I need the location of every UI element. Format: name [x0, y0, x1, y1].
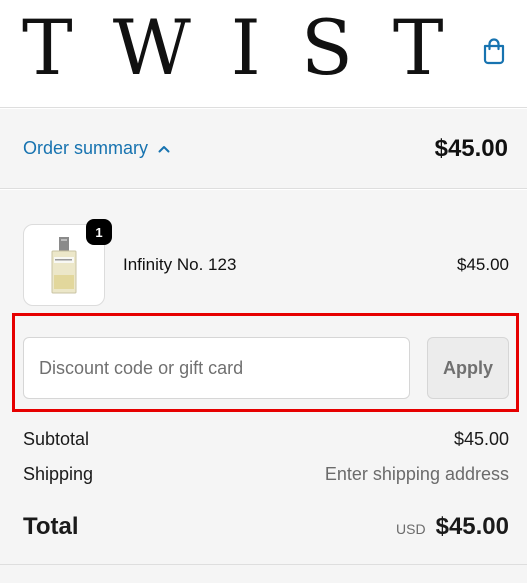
total-row: Total USD $45.00: [23, 513, 509, 541]
order-summary-label: Order summary: [23, 138, 149, 158]
shipping-label: Shipping: [23, 464, 94, 484]
perfume-bottle-icon: [51, 237, 77, 294]
currency-code: USD: [396, 521, 426, 537]
product-name: Infinity No. 123: [123, 255, 237, 274]
divider: [0, 564, 527, 565]
header: TWIST: [0, 0, 527, 108]
summary-total: $45.00: [434, 135, 508, 162]
total-label: Total: [23, 513, 79, 540]
discount-code-input[interactable]: [23, 337, 410, 399]
line-item: 1 Infinity No. 123 $45.00: [23, 219, 509, 306]
cart-button[interactable]: [478, 34, 510, 68]
apply-button[interactable]: Apply: [427, 337, 509, 399]
subtotal-label: Subtotal: [23, 429, 90, 449]
subtotal-value: $45.00: [453, 429, 509, 449]
subtotal-row: Subtotal $45.00: [23, 429, 509, 450]
order-summary-toggle[interactable]: Order summary: [23, 138, 170, 159]
order-summary-content: 1 Infinity No. 123 $45.00 Apply Subtotal…: [0, 190, 527, 583]
total-value: $45.00: [435, 513, 509, 540]
shopping-bag-icon: [483, 38, 505, 65]
shipping-value: Enter shipping address: [324, 464, 509, 484]
product-price: $45.00: [457, 255, 509, 274]
chevron-up-icon: [158, 145, 170, 153]
order-summary-bar: Order summary $45.00: [0, 109, 527, 189]
store-logo[interactable]: TWIST: [22, 10, 484, 86]
quantity-badge: 1: [86, 219, 112, 245]
shipping-row: Shipping Enter shipping address: [23, 464, 509, 485]
